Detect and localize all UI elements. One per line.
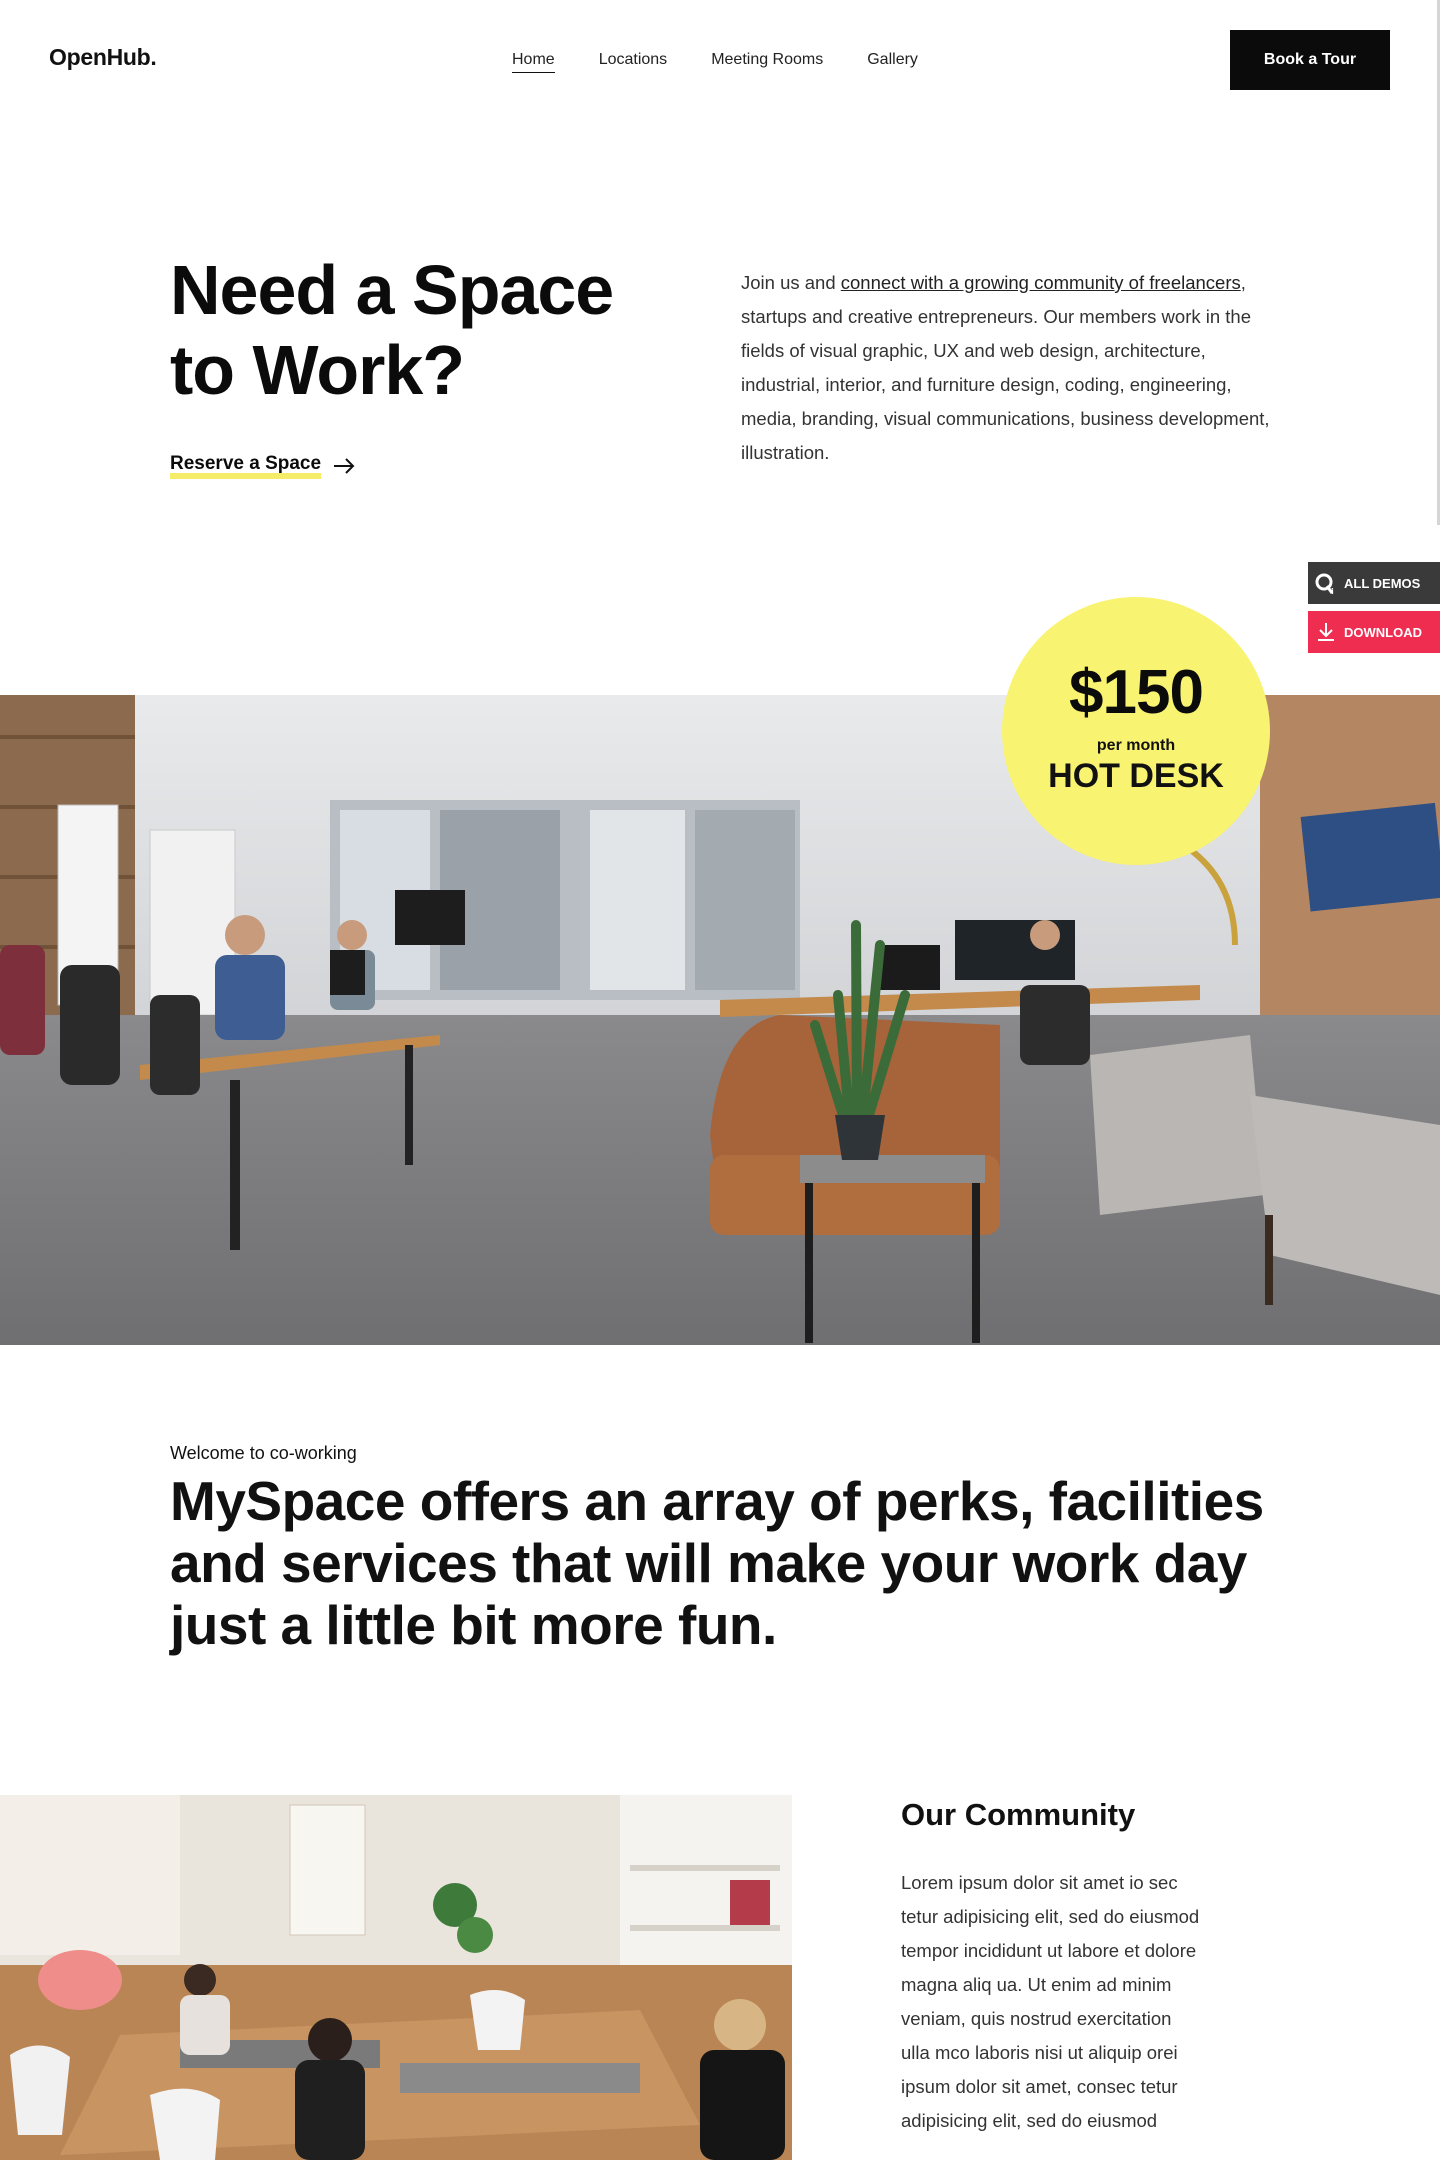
download-icon — [1308, 621, 1344, 643]
hero-title-line-2: to Work? — [170, 331, 465, 409]
price-badge: $150 per month HOT DESK — [1002, 597, 1270, 865]
download-label: DOWNLOAD — [1344, 624, 1422, 640]
hero-title: Need a Space to Work? — [170, 250, 614, 410]
welcome-kicker: Welcome to co-working — [170, 1443, 357, 1463]
badge-type: HOT DESK — [1048, 757, 1224, 795]
nav-item-home[interactable]: Home — [512, 51, 555, 73]
badge-price: $150 — [1069, 658, 1204, 727]
arrow-right-icon — [334, 458, 355, 474]
hero-desc-suffix: , startups and creative entrepreneurs. O… — [741, 272, 1270, 463]
badge-period: per month — [1096, 737, 1176, 754]
community-link[interactable]: connect with a growing community of free… — [841, 272, 1241, 293]
nav-item-meeting-rooms[interactable]: Meeting Rooms — [711, 51, 823, 73]
site-logo[interactable]: OpenHub. — [49, 44, 157, 71]
qode-logo-icon: i — [1308, 571, 1344, 595]
community-photo — [0, 1795, 792, 2160]
nav-item-gallery[interactable]: Gallery — [867, 51, 918, 73]
hero-title-line-1: Need a Space — [170, 251, 614, 329]
svg-text:i: i — [1331, 587, 1334, 595]
hero-description: Join us and connect with a growing commu… — [741, 266, 1276, 470]
book-tour-button[interactable]: Book a Tour — [1230, 30, 1390, 90]
nav-item-locations[interactable]: Locations — [599, 51, 668, 73]
welcome-headline: MySpace offers an array of perks, facili… — [170, 1470, 1264, 1656]
hero-desc-prefix: Join us and — [741, 272, 841, 293]
all-demos-button[interactable]: i ALL DEMOS — [1308, 562, 1440, 604]
reserve-space-link[interactable]: Reserve a Space — [170, 453, 355, 479]
community-title: Our Community — [901, 1797, 1136, 1832]
download-button[interactable]: DOWNLOAD — [1308, 611, 1440, 653]
community-illustration — [0, 1795, 792, 2160]
site-header: OpenHub. Home Locations Meeting Rooms Ga… — [0, 0, 1440, 122]
reserve-space-label: Reserve a Space — [170, 453, 322, 479]
main-nav: Home Locations Meeting Rooms Gallery — [512, 51, 962, 73]
all-demos-label: ALL DEMOS — [1344, 575, 1421, 591]
community-body: Lorem ipsum dolor sit amet io sec tetur … — [901, 1872, 1200, 2131]
